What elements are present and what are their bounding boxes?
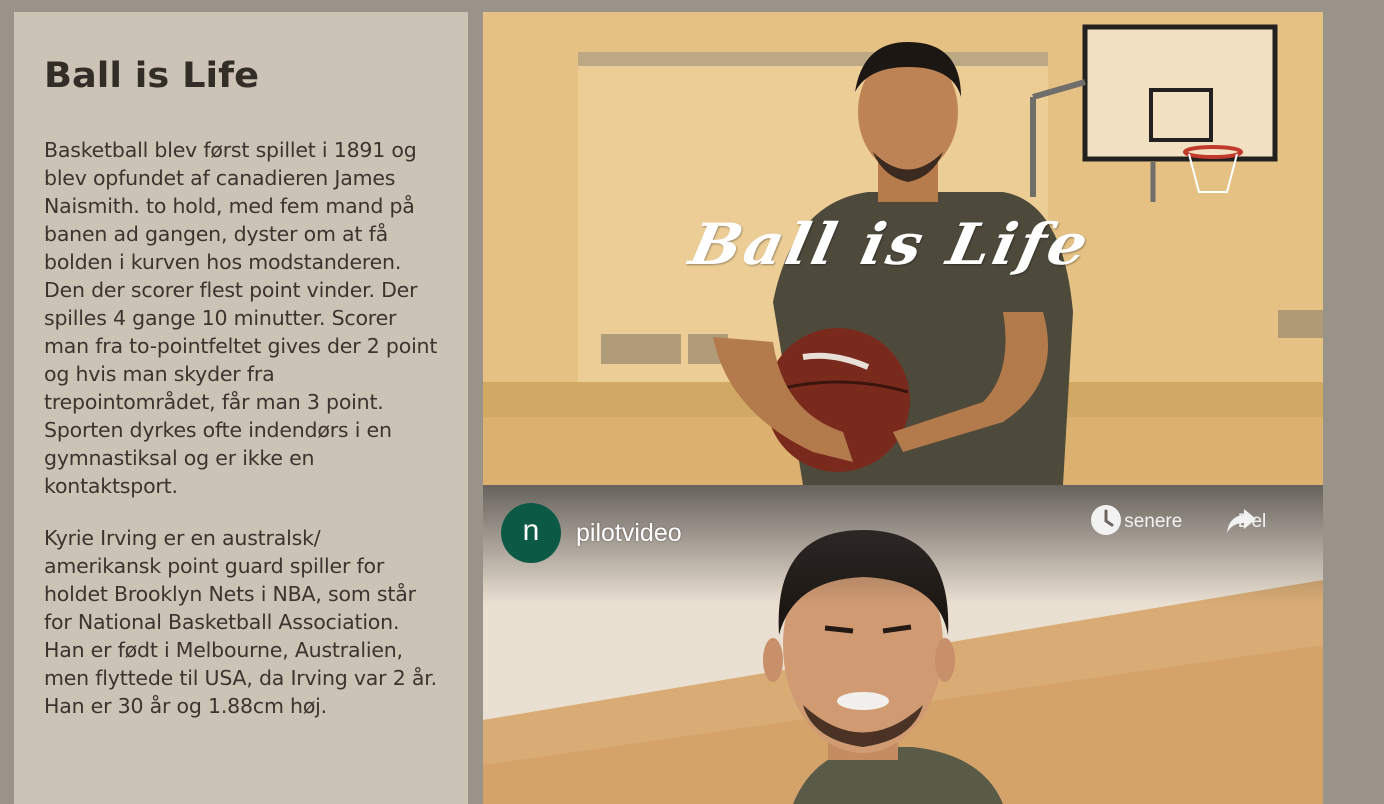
channel-avatar[interactable]: n <box>501 503 561 563</box>
player-paragraph: Kyrie Irving er en australsk/ amerikansk… <box>44 526 437 718</box>
embedded-video-player[interactable]: n pilotvideo Se senere Del <box>483 485 1323 804</box>
share-button[interactable]: Del <box>1224 503 1280 533</box>
sidebar-panel: Ball is Life Basketball blev først spill… <box>14 12 468 804</box>
watch-later-button[interactable]: Se senere <box>1089 503 1189 535</box>
hero-image: Ball is Life <box>483 12 1323 485</box>
page-title: Ball is Life <box>44 56 260 96</box>
video-title-link[interactable]: pilotvideo <box>576 519 682 548</box>
intro-paragraph: Basketball blev først spillet i 1891 og … <box>44 138 438 498</box>
hero-overlay-title: Ball is Life <box>683 211 1097 279</box>
